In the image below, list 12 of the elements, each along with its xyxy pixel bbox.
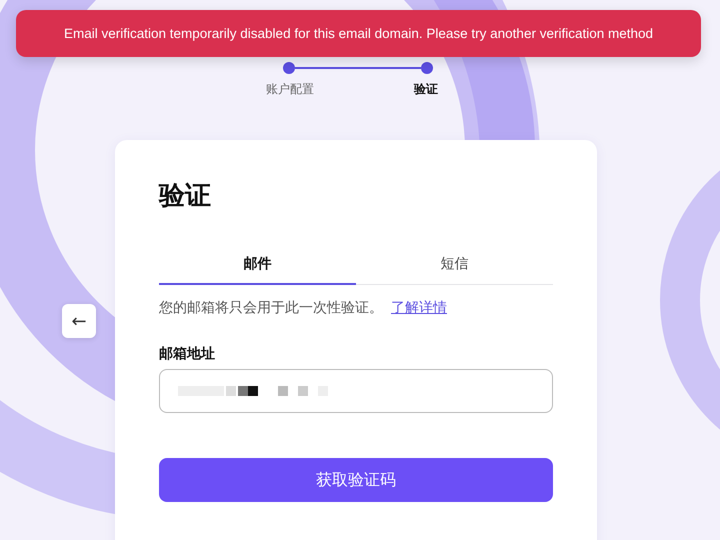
tab[interactable]: 短信 bbox=[356, 247, 553, 285]
email-input-field[interactable] bbox=[159, 369, 553, 413]
error-alert: Email verification temporarily disabled for this email domain. Please try another verification method bbox=[16, 10, 701, 57]
notice-text: 您的邮箱将只会用于此一次性验证。 bbox=[159, 299, 383, 317]
field-label: 邮箱地址 bbox=[159, 345, 215, 363]
learn-more-link[interactable]: 了解详情 bbox=[391, 299, 447, 315]
get-code-button[interactable]: 获取验证码 bbox=[159, 458, 553, 502]
back-button[interactable]: ← bbox=[62, 304, 96, 338]
step-label: 验证 bbox=[412, 81, 439, 98]
tab[interactable]: 邮件 bbox=[159, 247, 356, 285]
step-label: 账户配置 bbox=[265, 81, 315, 98]
card-title: 验证 bbox=[159, 179, 211, 212]
